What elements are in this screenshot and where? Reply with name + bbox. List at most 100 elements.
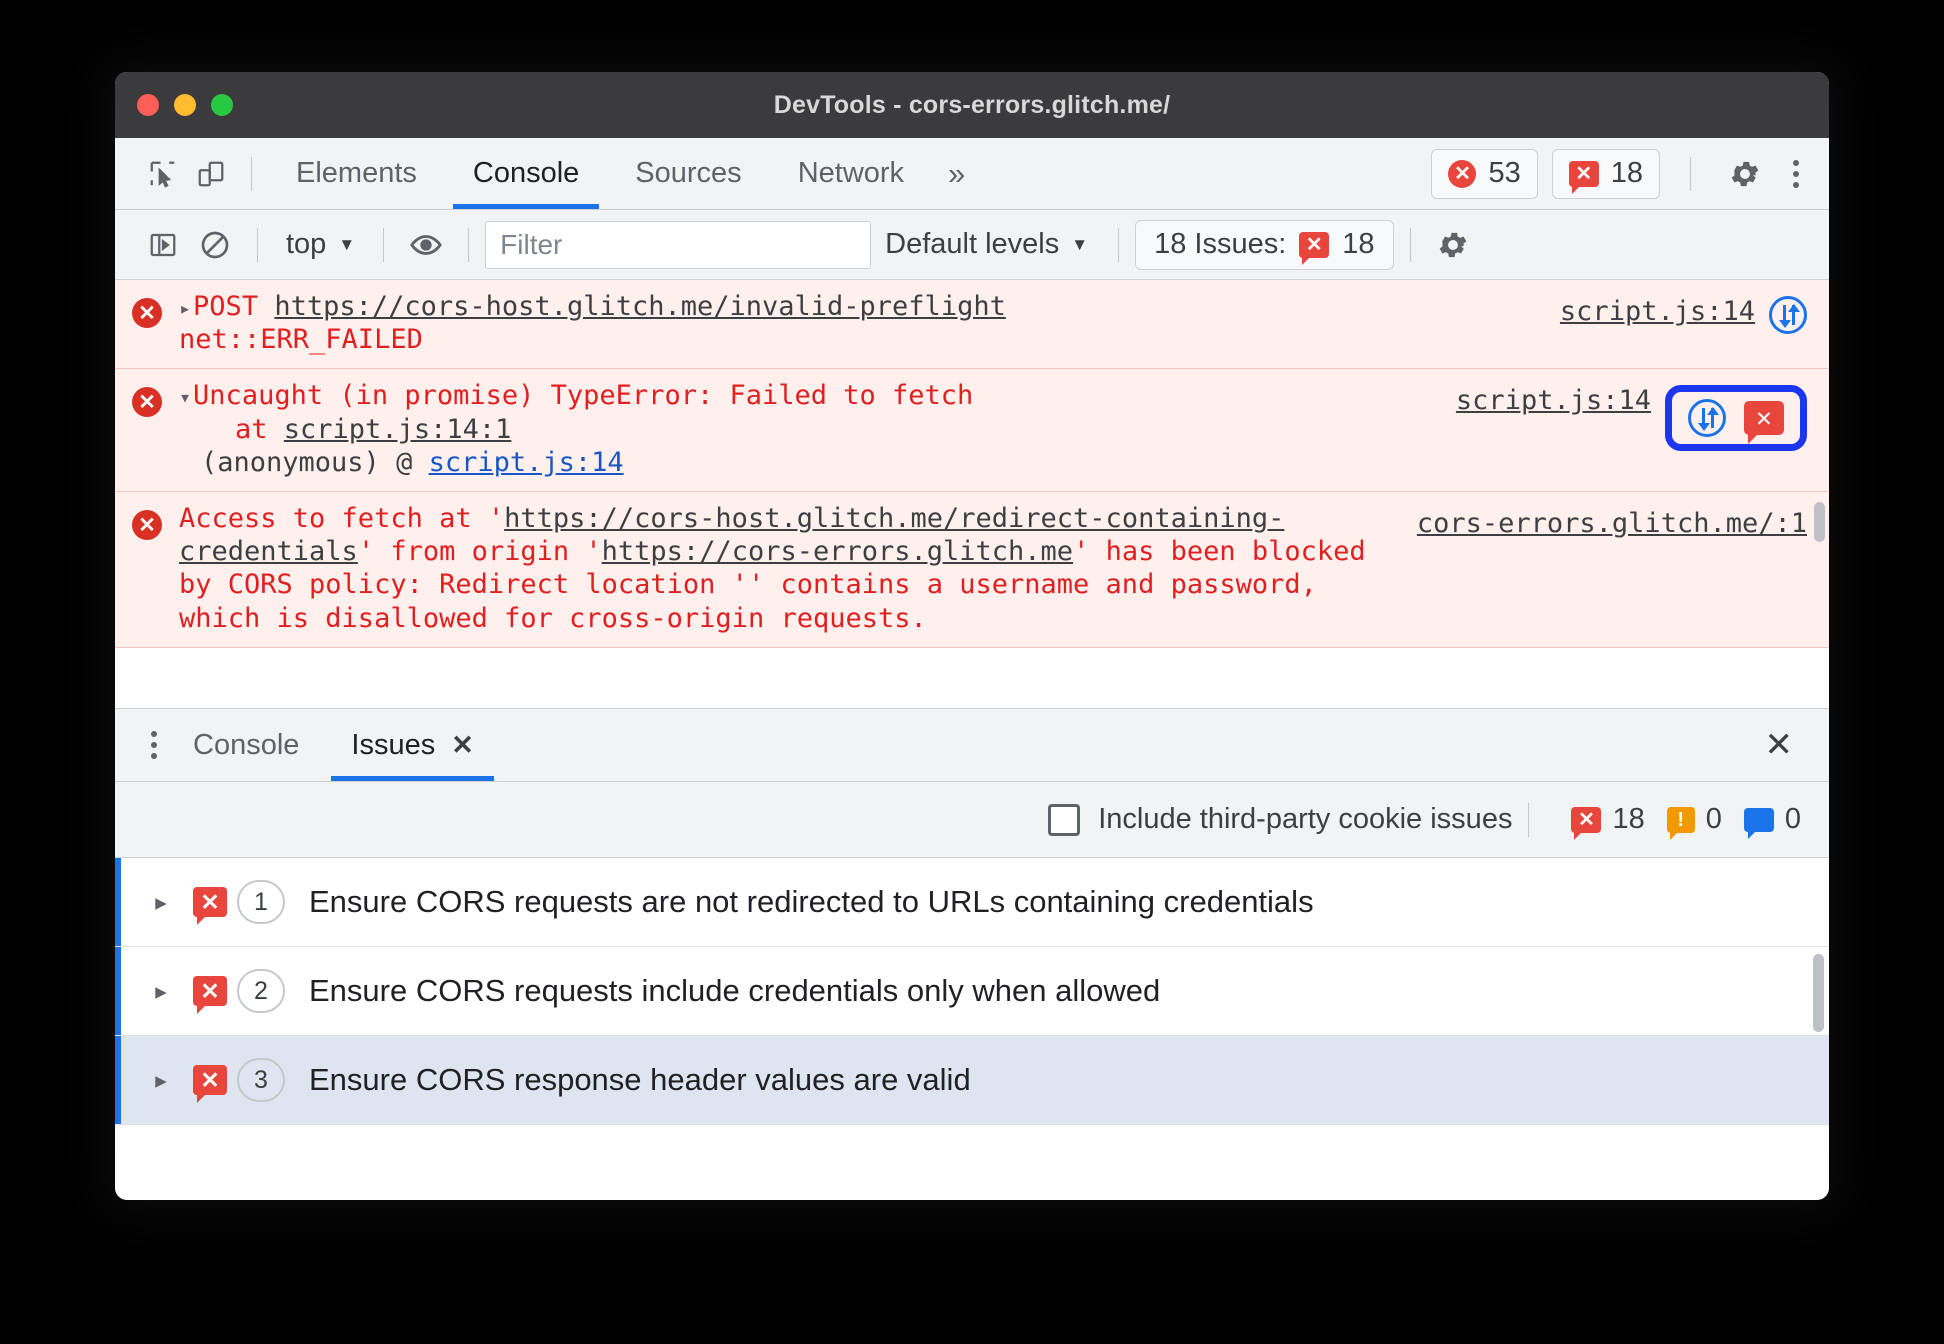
message-text: ▸POST https://cors-host.glitch.me/invali…: [179, 290, 1550, 356]
log-levels-selector[interactable]: Default levels ▼: [871, 228, 1102, 261]
minimize-window-button[interactable]: [174, 94, 196, 116]
message-text: ▾Uncaught (in promise) TypeError: Failed…: [179, 379, 1446, 479]
message-level-icon: ✕: [115, 290, 179, 356]
info-bubble-icon: [1743, 807, 1774, 839]
info-count-value: 0: [1784, 803, 1801, 835]
issue-occurrence-count: 1: [237, 880, 285, 924]
tab-console[interactable]: Console: [445, 138, 607, 209]
issues-list[interactable]: ▸ ✕ 1 Ensure CORS requests are not redir…: [115, 858, 1829, 1148]
chevron-down-icon: ▼: [1071, 234, 1089, 254]
source-link[interactable]: script.js:14: [1560, 296, 1755, 327]
execution-context-selector[interactable]: top ▼: [274, 228, 367, 261]
console-sidebar-icon[interactable]: [137, 219, 189, 271]
warning-count-value: 0: [1705, 803, 1722, 835]
anon-prefix: (anonymous) @: [201, 446, 429, 478]
cors-text-part-2: ' from origin ': [357, 536, 602, 568]
issue-error-count: ✕ 18: [1571, 803, 1645, 840]
issue-icon-wrap: ✕: [183, 887, 237, 925]
error-circle-icon: ✕: [132, 298, 162, 328]
expand-triangle-icon[interactable]: ▸: [139, 1067, 183, 1094]
issues-counter-button[interactable]: 18 Issues: ✕ 18: [1135, 219, 1394, 270]
issue-bubble-icon: ✕: [1571, 806, 1602, 840]
issue-counts: ✕ 18 ! 0 0: [1571, 803, 1801, 840]
console-message-cors-error[interactable]: ✕ Access to fetch at 'https://cors-host.…: [115, 492, 1829, 648]
console-scrollbar[interactable]: [1814, 502, 1825, 542]
error-count-badge[interactable]: ✕ 53: [1431, 148, 1538, 199]
kebab-menu-icon[interactable]: [1783, 159, 1809, 188]
close-drawer-icon[interactable]: ✕: [1751, 728, 1808, 762]
issue-bubble-icon: ✕: [193, 887, 227, 925]
divider: [1690, 156, 1691, 191]
expand-triangle-icon[interactable]: ▸: [139, 978, 183, 1005]
live-expression-icon[interactable]: [400, 219, 452, 271]
anon-source-link[interactable]: script.js:14: [429, 447, 624, 478]
console-message-network-error[interactable]: ✕ ▸POST https://cors-host.glitch.me/inva…: [115, 280, 1829, 370]
issue-icon-wrap: ✕: [183, 1065, 237, 1103]
expand-triangle-icon[interactable]: ▸: [179, 296, 191, 320]
network-request-icon[interactable]: [1769, 296, 1807, 334]
expand-triangle-icon[interactable]: ▸: [139, 889, 183, 916]
console-message-uncaught-error[interactable]: ✕ ▾Uncaught (in promise) TypeError: Fail…: [115, 369, 1829, 493]
devtools-tab-strip: Elements Console Sources Network » ✕ 53: [115, 138, 1829, 210]
message-text: Access to fetch at 'https://cors-host.gl…: [179, 502, 1407, 635]
title-bar: DevTools - cors-errors.glitch.me/: [115, 72, 1829, 138]
drawer-tab-console[interactable]: Console: [167, 709, 325, 781]
maximize-window-button[interactable]: [211, 94, 233, 116]
tab-elements[interactable]: Elements: [268, 138, 445, 209]
collapse-triangle-icon[interactable]: ▾: [179, 385, 191, 409]
error-count-value: 18: [1612, 803, 1645, 835]
stack-source-link[interactable]: script.js:14:1: [284, 414, 512, 445]
source-link[interactable]: script.js:14: [1456, 385, 1651, 416]
issue-row[interactable]: ▸ ✕ 2 Ensure CORS requests include crede…: [115, 947, 1829, 1036]
divider: [383, 227, 385, 262]
http-method: POST: [193, 291, 259, 322]
inspect-cursor-icon[interactable]: [139, 150, 187, 198]
drawer-tab-strip: Console Issues ✕ ✕: [115, 708, 1829, 782]
issue-row[interactable]: ▸ ✕ 1 Ensure CORS requests are not redir…: [115, 858, 1829, 947]
warning-bubble-icon: !: [1666, 806, 1695, 840]
cors-origin-link[interactable]: https://cors-errors.glitch.me: [602, 536, 1073, 567]
source-link[interactable]: cors-errors.glitch.me/:1: [1417, 508, 1807, 539]
network-request-icon[interactable]: [1688, 399, 1726, 438]
console-message-list[interactable]: ✕ ▸POST https://cors-host.glitch.me/inva…: [115, 280, 1829, 708]
kebab-menu-icon[interactable]: [141, 731, 167, 759]
message-level-icon: ✕: [115, 502, 179, 635]
close-window-button[interactable]: [137, 94, 159, 116]
window-controls[interactable]: [137, 94, 233, 116]
error-detail: net::ERR_FAILED: [179, 324, 423, 356]
third-party-cookie-checkbox[interactable]: Include third-party cookie issues: [1048, 803, 1512, 836]
checkbox-box[interactable]: [1048, 803, 1081, 836]
issue-row[interactable]: ▸ ✕ 3 Ensure CORS response header values…: [115, 1036, 1829, 1125]
more-tabs-icon[interactable]: »: [932, 158, 981, 189]
drawer-tab-issues[interactable]: Issues ✕: [325, 709, 499, 781]
error-circle-icon: ✕: [132, 510, 162, 541]
drawer-tab-label: Console: [193, 728, 300, 761]
clear-console-icon[interactable]: [189, 219, 241, 271]
tab-label: Elements: [296, 157, 417, 189]
issues-scrollbar[interactable]: [1813, 954, 1824, 1032]
tab-strip-right: ✕ 53 ✕ 18: [1431, 148, 1809, 199]
issue-count-badge[interactable]: ✕ 18: [1551, 148, 1660, 199]
highlight-annotation-box: ✕: [1665, 385, 1807, 452]
window-title: DevTools - cors-errors.glitch.me/: [773, 90, 1171, 119]
divider: [1409, 227, 1411, 262]
close-icon[interactable]: ✕: [451, 730, 474, 761]
issue-bubble-icon[interactable]: ✕: [1744, 401, 1784, 445]
issue-icon-wrap: ✕: [183, 976, 237, 1014]
error-circle-icon: ✕: [1448, 159, 1477, 188]
device-toolbar-icon[interactable]: [187, 150, 235, 198]
error-count-label: 53: [1488, 157, 1521, 189]
drawer-tab-label: Issues: [351, 728, 436, 761]
screenshot-stage: DevTools - cors-errors.glitch.me/ Elemen…: [0, 0, 1944, 1344]
filter-input[interactable]: [485, 220, 872, 269]
gear-icon[interactable]: [1721, 150, 1769, 198]
gear-icon[interactable]: [1427, 219, 1479, 271]
stack-frame: at script.js:14:1: [179, 413, 1432, 446]
request-url-link[interactable]: https://cors-host.glitch.me/invalid-pref…: [274, 291, 1006, 322]
tab-network[interactable]: Network: [770, 138, 932, 209]
tab-sources[interactable]: Sources: [607, 138, 769, 209]
issues-filter-bar: Include third-party cookie issues ✕ 18 !…: [115, 782, 1829, 858]
message-level-icon: ✕: [115, 379, 179, 479]
cors-text-part-1: Access to fetch at ': [179, 503, 505, 535]
console-toolbar: top ▼ Default levels ▼ 18 Issues: ✕ 18: [115, 210, 1829, 280]
